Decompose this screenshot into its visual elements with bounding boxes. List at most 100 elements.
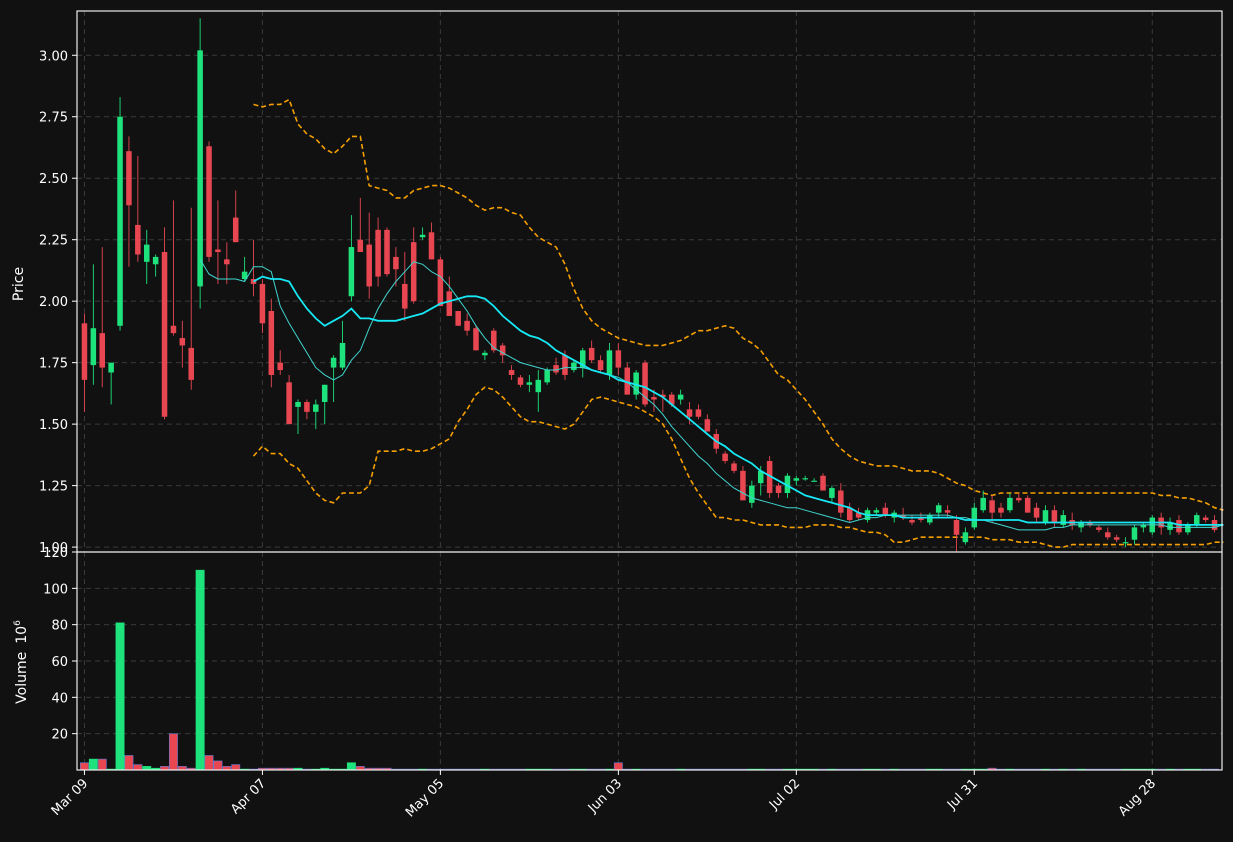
candle-body — [606, 350, 613, 375]
candle-body — [535, 379, 542, 393]
candle-body — [651, 397, 657, 400]
candle-body — [1051, 510, 1058, 523]
candle-body — [775, 485, 782, 493]
volume-tick-label: 100 — [43, 582, 68, 597]
chart-background — [0, 0, 1233, 842]
candle-body — [695, 409, 702, 417]
candle-body — [179, 338, 186, 346]
candle-body — [81, 323, 88, 380]
candle-body — [1016, 497, 1022, 501]
price-tick-label: 1.50 — [39, 418, 68, 433]
candle-body — [704, 419, 711, 432]
volume-axis-exponent-base: 10 — [14, 626, 30, 644]
volume-axis-label-text: Volume — [14, 652, 30, 704]
candle-body — [197, 50, 203, 287]
candle-body — [295, 401, 301, 407]
candle-body — [722, 453, 728, 462]
candle-body — [944, 510, 951, 513]
volume-bar — [204, 755, 214, 771]
candle-body — [1193, 515, 1200, 525]
candle-body — [117, 116, 123, 326]
candle-body — [588, 347, 595, 361]
candle-body — [820, 475, 826, 491]
candle-body — [829, 488, 835, 498]
volume-bar — [80, 762, 89, 771]
volume-bar — [346, 762, 356, 771]
candle-body — [473, 328, 479, 351]
candle-body — [615, 350, 622, 368]
candle-body — [1185, 524, 1191, 533]
candle-body — [304, 401, 310, 412]
candle-body — [482, 352, 488, 356]
candle-body — [517, 377, 524, 385]
candle-body — [793, 478, 800, 481]
candle-body — [873, 510, 880, 513]
candle-body — [419, 234, 426, 238]
candle-body — [1007, 497, 1013, 511]
candle-body — [802, 478, 808, 480]
candle-body — [339, 342, 346, 368]
price-axis-label: Price — [11, 267, 27, 301]
candle-body — [597, 360, 604, 371]
candle-body — [402, 283, 408, 309]
candle-body — [393, 256, 399, 270]
volume-bar — [88, 758, 98, 771]
volume-tick-label: 60 — [51, 655, 68, 670]
candle-body — [1042, 510, 1049, 523]
candle-body — [1176, 520, 1182, 533]
candle-body — [366, 244, 372, 287]
candle-body — [571, 362, 577, 371]
volume-tick-label: 40 — [51, 691, 68, 706]
candle-body — [410, 242, 417, 302]
volume-bar — [97, 758, 107, 771]
price-tick-label: 2.50 — [39, 172, 68, 187]
candle-body — [882, 507, 889, 516]
volume-bar — [124, 755, 134, 771]
candle-body — [143, 244, 150, 262]
candle-body — [508, 370, 515, 375]
candle-body — [980, 497, 986, 511]
candle-body — [268, 311, 275, 375]
candle-body — [677, 394, 684, 400]
candle-body — [1122, 542, 1129, 544]
candle-body — [286, 382, 292, 425]
volume-tick-label: 80 — [51, 619, 68, 634]
candle-body — [277, 362, 283, 371]
candle-body — [206, 146, 212, 257]
candle-body — [544, 370, 550, 383]
candle-body — [375, 229, 381, 277]
candle-body — [108, 362, 114, 373]
candle-body — [224, 259, 230, 265]
candle-body — [90, 328, 97, 366]
candle-body — [1096, 527, 1102, 530]
volume-bar — [195, 569, 205, 771]
price-tick-label: 2.25 — [39, 234, 68, 249]
candle-body — [126, 151, 132, 206]
candle-body — [562, 355, 568, 375]
volume-bar — [613, 762, 623, 771]
candle-body — [686, 409, 693, 417]
volume-bar — [115, 622, 125, 771]
candle-body — [1113, 537, 1120, 540]
volume-bar — [231, 764, 241, 771]
volume-axis-label: Volume 106 — [13, 620, 30, 704]
candle-body — [161, 251, 168, 417]
candle-body — [740, 470, 746, 501]
candle-body — [135, 224, 141, 255]
candle-body — [962, 532, 969, 543]
candle-body — [215, 249, 221, 252]
candle-body — [953, 520, 960, 535]
candle-body — [455, 311, 461, 326]
volume-bar — [213, 760, 223, 771]
price-tick-label: 1.25 — [39, 480, 68, 495]
candle-body — [971, 507, 978, 528]
candle-body — [428, 232, 435, 260]
volume-bar — [168, 733, 178, 771]
price-tick-label: 2.75 — [39, 111, 68, 126]
candle-body — [998, 507, 1004, 513]
candle-body — [1060, 515, 1067, 525]
candle-body — [232, 217, 239, 243]
candle-body — [464, 320, 470, 331]
candlestick-chart: 1.001.251.501.752.002.252.502.753.00 Pri… — [0, 0, 1233, 842]
candle-body — [1202, 517, 1209, 521]
